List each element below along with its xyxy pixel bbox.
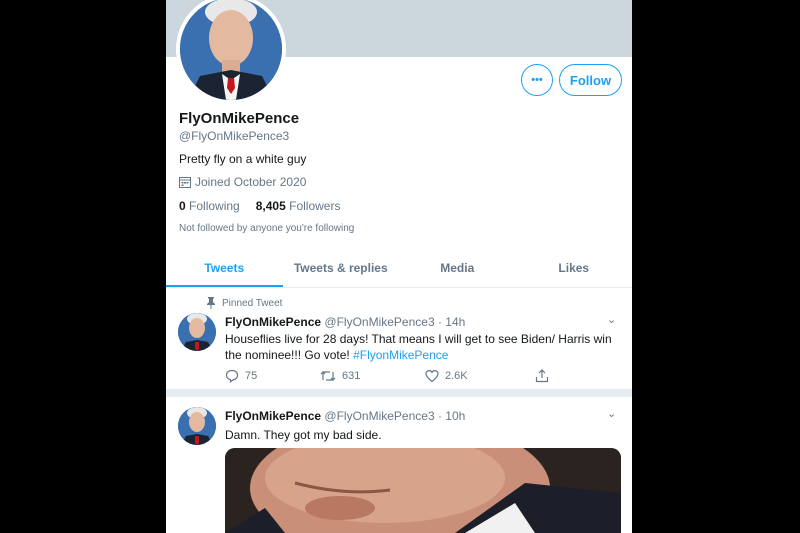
tweet-header: FlyOnMikePence @FlyOnMikePence3 · 10h: [225, 409, 465, 423]
more-options-button[interactable]: •••: [521, 64, 553, 96]
retweet-count: 631: [342, 370, 361, 382]
like-count: 2.6K: [445, 370, 468, 382]
profile-tabs: Tweets Tweets & replies Media Likes: [166, 250, 632, 288]
tab-likes[interactable]: Likes: [516, 250, 633, 287]
tweet-time[interactable]: · 14h: [438, 315, 465, 329]
retweet-icon: [320, 371, 336, 381]
profile-bio: Pretty fly on a white guy: [179, 152, 307, 166]
avatar-portrait-small: [178, 313, 216, 351]
retweet-button[interactable]: 631: [320, 369, 425, 383]
tweet-author-handle[interactable]: @FlyOnMikePence3: [324, 315, 434, 329]
not-followed-note: Not followed by anyone you're following: [179, 223, 355, 234]
calendar-icon: [179, 177, 191, 188]
tweet-author-name[interactable]: FlyOnMikePence: [225, 315, 321, 329]
avatar-portrait-small: [178, 407, 216, 445]
profile-name: FlyOnMikePence: [179, 110, 300, 127]
profile-column: ••• Follow FlyOnMikePence @FlyOnMikePenc…: [166, 0, 632, 533]
joined-date: Joined October 2020: [195, 175, 307, 189]
reply-button[interactable]: 75: [225, 369, 320, 383]
tweet-header: FlyOnMikePence @FlyOnMikePence3 · 14h: [225, 315, 465, 329]
profile-handle: @FlyOnMikePence3: [179, 129, 290, 143]
pin-icon: [207, 297, 215, 309]
following-label: Following: [189, 199, 240, 213]
feed-divider: [166, 389, 632, 397]
pinned-label: Pinned Tweet: [222, 297, 283, 309]
profile-stats: 0 Following 8,405 Followers: [179, 199, 340, 213]
following-count: 0: [179, 199, 186, 213]
tweet-avatar[interactable]: [178, 313, 216, 351]
tab-tweets-replies[interactable]: Tweets & replies: [283, 250, 400, 287]
tweet-menu-chevron-icon[interactable]: ⌄: [607, 313, 616, 326]
heart-icon: [425, 369, 439, 383]
following-link[interactable]: 0 Following: [179, 199, 240, 213]
tab-tweets[interactable]: Tweets: [166, 250, 283, 287]
share-button[interactable]: [535, 369, 549, 383]
followers-label: Followers: [289, 199, 341, 213]
tweet-hashtag[interactable]: #FlyonMikePence: [353, 348, 448, 362]
tweet-text: Houseflies live for 28 days! That means …: [225, 331, 620, 363]
tweet-author-name[interactable]: FlyOnMikePence: [225, 409, 321, 423]
profile-avatar[interactable]: [176, 0, 286, 104]
tweet-time[interactable]: · 10h: [438, 409, 465, 423]
share-icon: [535, 369, 549, 383]
followers-count: 8,405: [255, 199, 286, 213]
tweet-pinned[interactable]: Pinned Tweet FlyOnMikePence @FlyOnMikePe…: [166, 289, 632, 389]
tweet-author-handle[interactable]: @FlyOnMikePence3: [324, 409, 434, 423]
joined-info: Joined October 2020: [179, 175, 306, 189]
tweet-avatar[interactable]: [178, 407, 216, 445]
reply-count: 75: [245, 370, 258, 382]
followers-link[interactable]: 8,405 Followers: [256, 199, 341, 213]
tweet-media-image[interactable]: [225, 448, 621, 533]
reply-icon: [225, 369, 239, 383]
avatar-portrait: [180, 0, 282, 100]
tweet-text: Damn. They got my bad side.: [225, 428, 382, 442]
tweet-menu-chevron-icon[interactable]: ⌄: [607, 407, 616, 420]
like-button[interactable]: 2.6K: [425, 369, 535, 383]
tweet-actions: 75 631 2.6K: [225, 369, 565, 383]
pinned-indicator: Pinned Tweet: [206, 297, 282, 309]
media-photo: [225, 448, 621, 533]
follow-button[interactable]: Follow: [559, 64, 622, 96]
tab-media[interactable]: Media: [399, 250, 516, 287]
